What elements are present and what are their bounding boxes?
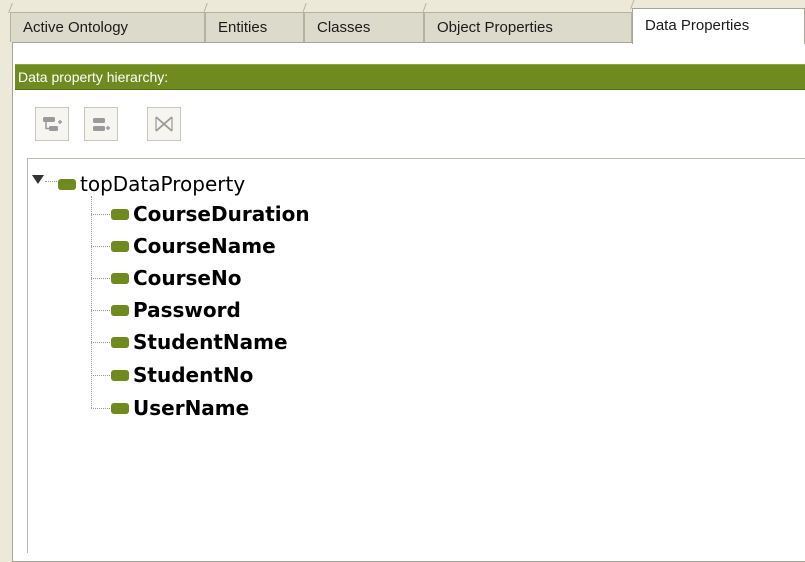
data-property-icon	[111, 336, 129, 348]
delete-property-icon	[155, 116, 173, 132]
tree-node-label: CourseDuration	[133, 202, 310, 226]
tab-entities[interactable]: Entities	[205, 12, 304, 42]
data-property-icon	[111, 402, 129, 414]
tab-data-properties[interactable]: Data Properties	[632, 8, 805, 44]
tree-node-courseduration[interactable]: CourseDuration	[111, 199, 310, 229]
data-property-icon	[111, 369, 129, 381]
tree-node-coursename[interactable]: CourseName	[111, 231, 276, 261]
tab-classes[interactable]: Classes	[304, 12, 424, 42]
data-property-icon	[111, 240, 129, 252]
data-property-icon	[111, 304, 129, 316]
tree-connector	[91, 214, 110, 215]
tab-active-ontology[interactable]: Active Ontology	[10, 12, 205, 42]
tree-node-label: StudentName	[133, 330, 288, 354]
tree-node-username[interactable]: UserName	[111, 393, 249, 423]
tree-node-label: CourseNo	[133, 266, 242, 290]
add-subproperty-button[interactable]	[35, 107, 69, 141]
tree-connector	[91, 278, 110, 279]
tab-strip: Active Ontology Entities Classes Object …	[0, 0, 805, 44]
add-subproperty-icon	[43, 117, 62, 131]
tree-node-root[interactable]: topDataProperty	[58, 169, 245, 199]
tab-object-properties[interactable]: Object Properties	[424, 12, 632, 42]
tree-connector	[91, 310, 110, 311]
tree-node-password[interactable]: Password	[111, 295, 241, 325]
tree-connector	[91, 375, 110, 376]
hierarchy-toolbar	[15, 90, 805, 152]
data-property-icon	[111, 208, 129, 220]
tree-node-studentno[interactable]: StudentNo	[111, 360, 253, 390]
tree-connector	[91, 246, 110, 247]
tree-node-studentname[interactable]: StudentName	[111, 327, 288, 357]
delete-property-button[interactable]	[147, 107, 181, 141]
expand-collapse-icon[interactable]	[32, 175, 44, 184]
tree-connector	[91, 408, 110, 409]
tree-node-label: Password	[133, 298, 241, 322]
tree-node-label: UserName	[133, 396, 250, 420]
tree-node-courseno[interactable]: CourseNo	[111, 263, 241, 293]
tree-connector	[91, 342, 110, 343]
add-sibling-property-icon	[93, 118, 110, 131]
tree-node-label: CourseName	[133, 234, 276, 258]
tree-connector	[45, 181, 57, 182]
panel-title: Data property hierarchy:	[15, 64, 805, 90]
data-property-icon	[111, 272, 129, 284]
tree-connector	[91, 196, 92, 408]
data-property-icon	[58, 178, 76, 190]
tree-node-label: StudentNo	[133, 363, 254, 387]
tree-node-label: topDataProperty	[80, 172, 246, 196]
add-sibling-property-button[interactable]	[84, 107, 118, 141]
